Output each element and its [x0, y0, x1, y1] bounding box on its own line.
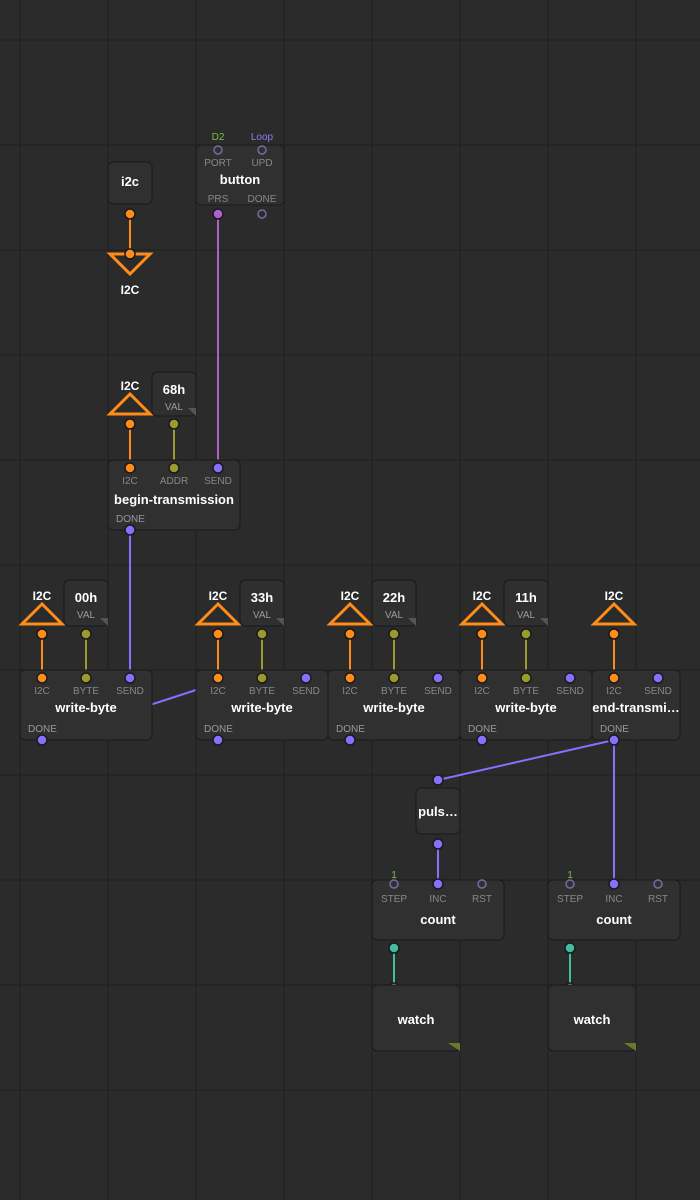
svg-text:watch: watch: [397, 1012, 435, 1027]
svg-text:I2C: I2C: [605, 589, 624, 603]
svg-text:write-byte: write-byte: [362, 700, 424, 715]
svg-text:68h: 68h: [163, 382, 185, 397]
svg-text:D2: D2: [212, 132, 225, 143]
svg-text:I2C: I2C: [121, 283, 140, 297]
svg-text:button: button: [220, 172, 260, 187]
val-68h[interactable]: 68h VAL: [152, 372, 196, 429]
svg-text:VAL: VAL: [77, 610, 96, 621]
i2c-bus-down[interactable]: I2C: [110, 249, 150, 297]
svg-text:STEP: STEP: [381, 894, 407, 905]
svg-text:write-byte: write-byte: [54, 700, 116, 715]
svg-text:00h: 00h: [75, 590, 97, 605]
node-count-1[interactable]: 1 STEP INC RST count: [372, 870, 504, 953]
svg-text:puls…: puls…: [418, 804, 458, 819]
svg-text:count: count: [596, 912, 632, 927]
node-watch-2[interactable]: watch: [548, 983, 636, 1051]
svg-text:ADDR: ADDR: [160, 476, 188, 487]
svg-text:write-byte: write-byte: [230, 700, 292, 715]
svg-text:RST: RST: [472, 894, 492, 905]
svg-text:write-byte: write-byte: [494, 700, 556, 715]
node-begin-transmission[interactable]: I2C ADDR SEND begin-transmission DONE: [108, 460, 240, 535]
svg-text:RST: RST: [648, 894, 668, 905]
svg-text:PORT: PORT: [204, 158, 232, 169]
svg-text:DONE: DONE: [116, 514, 145, 525]
svg-text:I2C: I2C: [341, 589, 360, 603]
svg-text:DONE: DONE: [468, 724, 497, 735]
svg-text:SEND: SEND: [644, 686, 672, 697]
svg-text:DONE: DONE: [28, 724, 57, 735]
svg-text:I2C: I2C: [121, 379, 140, 393]
svg-text:22h: 22h: [383, 590, 405, 605]
i2c-out-pin[interactable]: [125, 209, 135, 219]
svg-text:I2C: I2C: [474, 686, 490, 697]
i2c-title: i2c: [121, 174, 139, 189]
svg-text:I2C: I2C: [473, 589, 492, 603]
svg-text:VAL: VAL: [253, 610, 272, 621]
svg-text:BYTE: BYTE: [513, 686, 539, 697]
svg-text:I2C: I2C: [34, 686, 50, 697]
svg-text:begin-transmission: begin-transmission: [114, 492, 234, 507]
svg-text:SEND: SEND: [424, 686, 452, 697]
svg-text:VAL: VAL: [517, 610, 536, 621]
svg-text:I2C: I2C: [33, 589, 52, 603]
svg-text:SEND: SEND: [204, 476, 232, 487]
svg-text:Loop: Loop: [251, 132, 274, 143]
node-pulse[interactable]: puls…: [416, 775, 460, 849]
svg-text:VAL: VAL: [385, 610, 404, 621]
svg-text:SEND: SEND: [116, 686, 144, 697]
svg-text:PRS: PRS: [208, 194, 229, 205]
i2c-bus-up-bt[interactable]: I2C: [110, 379, 150, 429]
svg-text:VAL: VAL: [165, 402, 184, 413]
svg-text:I2C: I2C: [122, 476, 138, 487]
svg-text:I2C: I2C: [342, 686, 358, 697]
svg-text:I2C: I2C: [210, 686, 226, 697]
svg-text:count: count: [420, 912, 456, 927]
button-prs-pin[interactable]: [213, 209, 223, 219]
svg-text:33h: 33h: [251, 590, 273, 605]
svg-text:BYTE: BYTE: [381, 686, 407, 697]
svg-text:11h: 11h: [515, 590, 537, 605]
svg-text:SEND: SEND: [556, 686, 584, 697]
svg-text:watch: watch: [573, 1012, 611, 1027]
svg-text:I2C: I2C: [606, 686, 622, 697]
svg-text:STEP: STEP: [557, 894, 583, 905]
node-i2c[interactable]: i2c: [108, 162, 152, 219]
svg-text:UPD: UPD: [251, 158, 272, 169]
svg-text:I2C: I2C: [209, 589, 228, 603]
svg-text:BYTE: BYTE: [73, 686, 99, 697]
svg-text:DONE: DONE: [336, 724, 365, 735]
svg-text:SEND: SEND: [292, 686, 320, 697]
svg-text:DONE: DONE: [600, 724, 629, 735]
svg-text:INC: INC: [429, 894, 446, 905]
node-button[interactable]: D2 Loop PORT UPD button PRS DONE: [196, 132, 284, 219]
svg-text:DONE: DONE: [248, 194, 277, 205]
node-count-2[interactable]: 1 STEP INC RST count: [548, 870, 680, 953]
svg-text:end-transmi…: end-transmi…: [592, 700, 679, 715]
svg-text:DONE: DONE: [204, 724, 233, 735]
svg-text:INC: INC: [605, 894, 622, 905]
svg-text:BYTE: BYTE: [249, 686, 275, 697]
node-watch-1[interactable]: watch: [372, 983, 460, 1051]
